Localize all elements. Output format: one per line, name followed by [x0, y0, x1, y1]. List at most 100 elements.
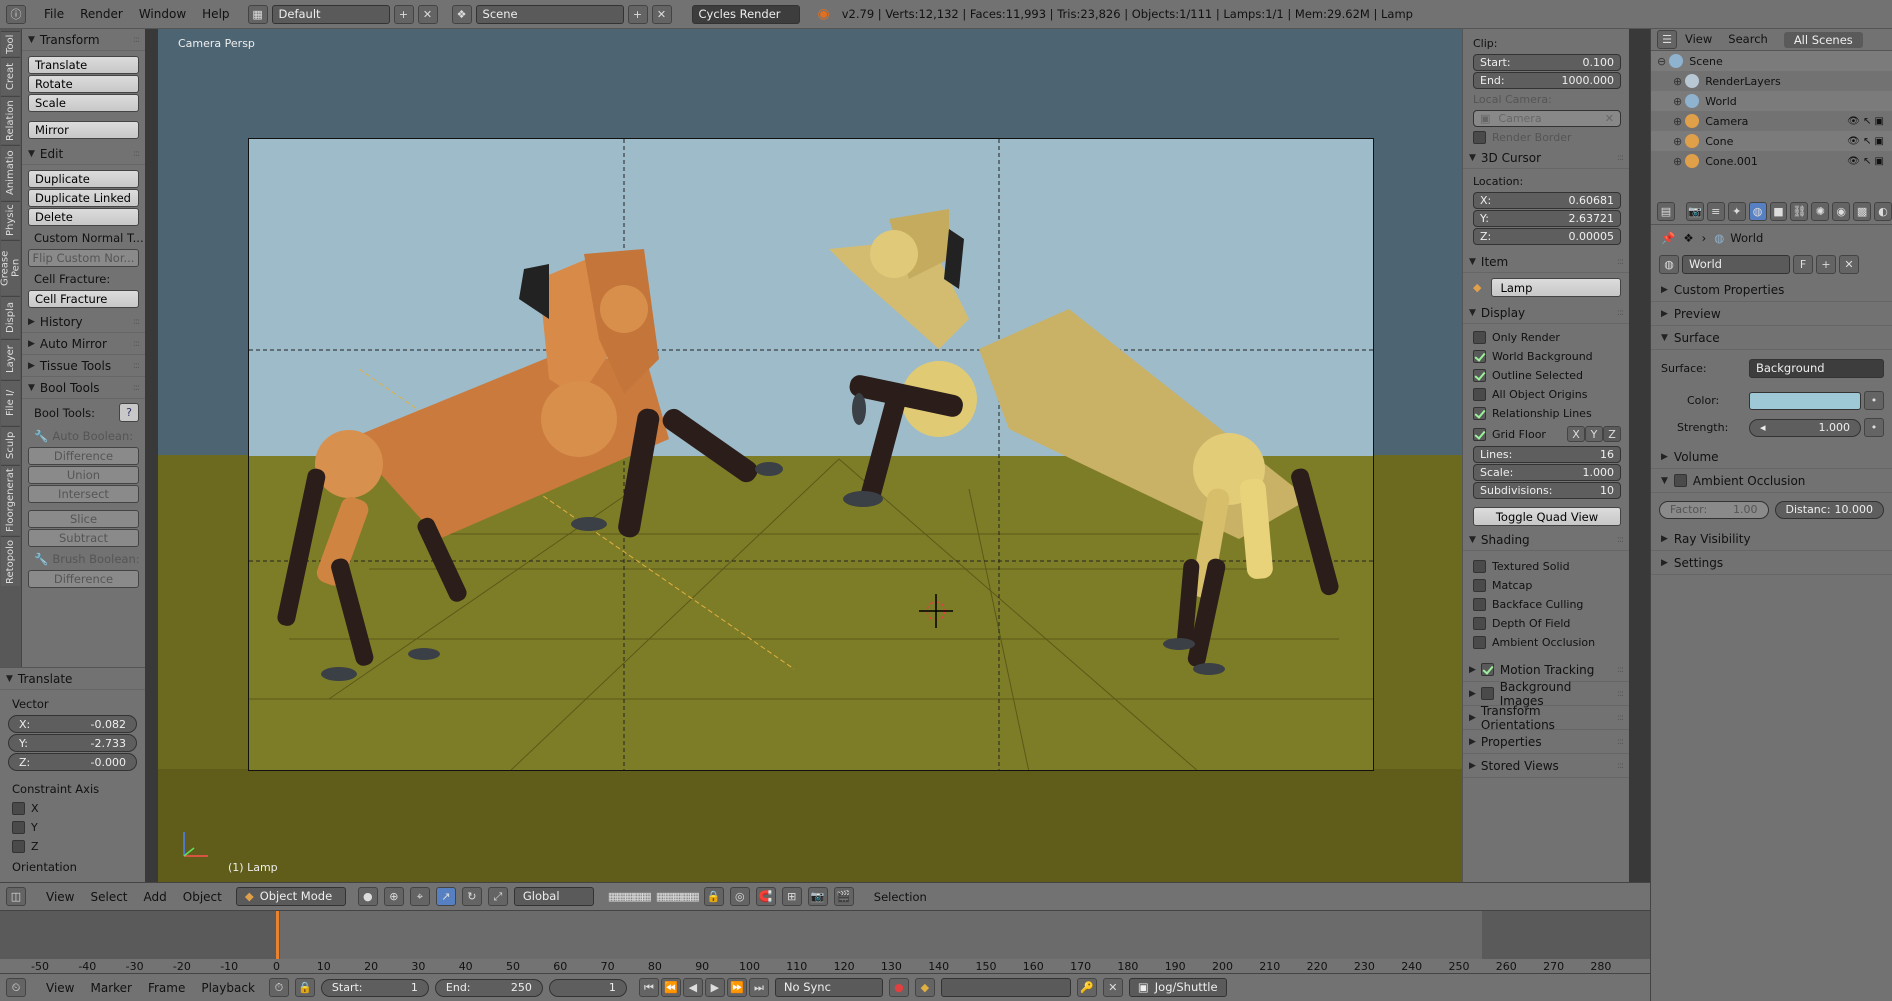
vector-z-field[interactable]: Z: -0.000 [8, 753, 137, 771]
mode-select[interactable]: ◆ Object Mode [235, 887, 346, 906]
translate-button[interactable]: Translate [28, 56, 139, 74]
translate-manipulator-icon[interactable]: ↗ [435, 887, 456, 906]
shading-option-checkbox[interactable] [1473, 579, 1486, 592]
shading-option-row[interactable]: Depth Of Field [1463, 614, 1629, 633]
constraint-checkbox[interactable] [12, 821, 25, 834]
outliner-row[interactable]: ⊕ Camera 👁 ↖ ▣ [1651, 111, 1892, 131]
shading-option-row[interactable]: Textured Solid [1463, 557, 1629, 576]
tissue-tools-panel-header[interactable]: ▶ Tissue Tools::: [22, 355, 145, 377]
grid-axis-z-toggle[interactable]: Z [1603, 426, 1621, 442]
grip-icon[interactable]: ::: [133, 361, 140, 371]
auto-mirror-panel-header[interactable]: ▶ Auto Mirror::: [22, 333, 145, 355]
tool-tab-11[interactable]: Retopolo [1, 536, 20, 586]
manipulator-toggle-icon[interactable]: ⌖ [409, 887, 430, 906]
grip-icon[interactable]: ::: [133, 317, 140, 327]
transform-panel-header[interactable]: ▼ Transform::: [22, 29, 145, 51]
tool-tab-5[interactable]: Grease Pen [0, 240, 22, 295]
strength-link-icon[interactable]: • [1864, 418, 1884, 437]
display-option-row[interactable]: Only Render [1463, 328, 1629, 347]
current-frame-indicator[interactable] [275, 911, 279, 959]
texture-tab-icon[interactable]: ▩ [1853, 202, 1872, 221]
constraint-x-row[interactable]: X [0, 799, 145, 818]
grip-icon[interactable]: ::: [1617, 257, 1624, 267]
material-tab-icon[interactable]: ◉ [1832, 202, 1851, 221]
shading-option-row[interactable]: Backface Culling [1463, 595, 1629, 614]
render-border-checkbox[interactable] [1473, 131, 1486, 144]
display-option-checkbox[interactable] [1473, 388, 1486, 401]
render-border-row[interactable]: Render Border [1463, 128, 1629, 147]
properties-panel-header[interactable]: ▶ Settings [1651, 551, 1892, 575]
vector-x-field[interactable]: X: -0.082 [8, 715, 137, 733]
display-option-checkbox[interactable] [1473, 407, 1486, 420]
tool-tab-4[interactable]: Physic [1, 201, 20, 239]
cursor-y-field[interactable]: Y: 2.63721 [1473, 210, 1621, 227]
grip-icon[interactable]: ::: [1617, 689, 1624, 699]
scale-manipulator-icon[interactable]: ⤢ [487, 887, 508, 906]
pin-icon[interactable]: 📌 [1661, 231, 1675, 245]
expand-icon[interactable]: ⊕ [1673, 155, 1682, 168]
render-engine-select[interactable]: Cycles Render [691, 4, 800, 24]
outliner-row[interactable]: ⊕ RenderLayers [1651, 71, 1892, 91]
menu-view[interactable]: View [38, 981, 82, 995]
viewport-shading-icon[interactable]: ● [357, 887, 378, 906]
translate-panel-header[interactable]: ▼ Translate [0, 668, 145, 690]
expand-icon[interactable]: ⊕ [1673, 95, 1682, 108]
world-tab-icon[interactable]: ◍ [1748, 202, 1767, 221]
display-option-row[interactable]: Outline Selected [1463, 366, 1629, 385]
subtract-button[interactable]: Subtract [28, 529, 139, 547]
menu-window[interactable]: Window [131, 7, 194, 21]
grip-icon[interactable]: ::: [1617, 308, 1624, 318]
collapsed-panel-header[interactable]: ▶ Stored Views::: [1463, 754, 1629, 778]
vector-y-field[interactable]: Y: -2.733 [8, 734, 137, 752]
lock-camera-icon[interactable]: 🔒 [703, 887, 724, 906]
outliner-header-all-scenes[interactable]: All Scenes [1783, 31, 1863, 48]
frame-start-field[interactable]: Start: 1 [320, 978, 429, 997]
item-name-field[interactable]: Lamp [1491, 278, 1621, 297]
properties-panel-header[interactable]: ▶ Ray Visibility [1651, 527, 1892, 551]
grip-icon[interactable]: ::: [133, 383, 140, 393]
grid-axis-x-toggle[interactable]: X [1567, 426, 1585, 442]
menu-marker[interactable]: Marker [82, 981, 139, 995]
grip-icon[interactable]: ::: [1617, 153, 1624, 163]
menu-help[interactable]: Help [194, 7, 237, 21]
surface-panel-header[interactable]: ▼ Surface [1651, 326, 1892, 350]
physics-tab-icon[interactable]: ◐ [1874, 202, 1892, 221]
shading-option-checkbox[interactable] [1473, 598, 1486, 611]
tool-tab-0[interactable]: Tool [1, 31, 20, 56]
grip-icon[interactable]: ::: [1617, 535, 1624, 545]
shading-option-row[interactable]: Matcap [1463, 576, 1629, 595]
menu-frame[interactable]: Frame [140, 981, 193, 995]
auto-difference-button[interactable]: Difference [28, 447, 139, 465]
expand-icon[interactable]: ⊕ [1673, 115, 1682, 128]
menu-select[interactable]: Select [82, 890, 135, 904]
ao-factor-field[interactable]: Factor: 1.00 [1659, 501, 1769, 519]
3d-cursor-panel-header[interactable]: ▼ 3D Cursor::: [1463, 147, 1629, 169]
add-layout-icon[interactable]: + [393, 4, 414, 24]
preview-range-icon[interactable]: ⏱ [268, 978, 289, 997]
decrement-icon[interactable]: ◂ [1760, 420, 1766, 436]
expand-icon[interactable]: ⊕ [1673, 75, 1682, 88]
shading-option-checkbox[interactable] [1473, 617, 1486, 630]
next-keyframe-icon[interactable]: ⏩ [726, 978, 747, 997]
display-option-row[interactable]: All Object Origins [1463, 385, 1629, 404]
flip-custom-normals-button[interactable]: Flip Custom Nor... [28, 249, 139, 267]
outliner-row[interactable]: ⊕ Cone 👁 ↖ ▣ [1651, 131, 1892, 151]
info-editor-type-icon[interactable]: ⓘ [6, 4, 26, 24]
current-frame-field[interactable]: 1 [548, 978, 627, 997]
auto-union-button[interactable]: Union [28, 466, 139, 484]
tool-tab-6[interactable]: Displa [1, 296, 20, 338]
grid-field[interactable]: Scale: 1.000 [1473, 464, 1621, 481]
color-link-icon[interactable]: • [1864, 391, 1884, 410]
duplicate-button[interactable]: Duplicate [28, 170, 139, 188]
ambient-occlusion-panel-header[interactable]: ▼ Ambient Occlusion [1651, 469, 1892, 493]
scale-button[interactable]: Scale [28, 94, 139, 112]
play-icon[interactable]: ▶ [704, 978, 725, 997]
bool-tools-panel-header[interactable]: ▼ Bool Tools::: [22, 377, 145, 399]
layers-grid-icon[interactable]: ▦▦▦▦▦ [608, 890, 652, 903]
tool-tab-1[interactable]: Creat [1, 57, 20, 95]
snap-icon[interactable]: 🧲 [755, 887, 776, 906]
new-world-icon[interactable]: + [1816, 255, 1836, 274]
grid-field[interactable]: Subdivisions: 10 [1473, 482, 1621, 499]
scene-tab-icon[interactable]: ✦ [1727, 202, 1746, 221]
grip-icon[interactable]: ::: [133, 339, 140, 349]
